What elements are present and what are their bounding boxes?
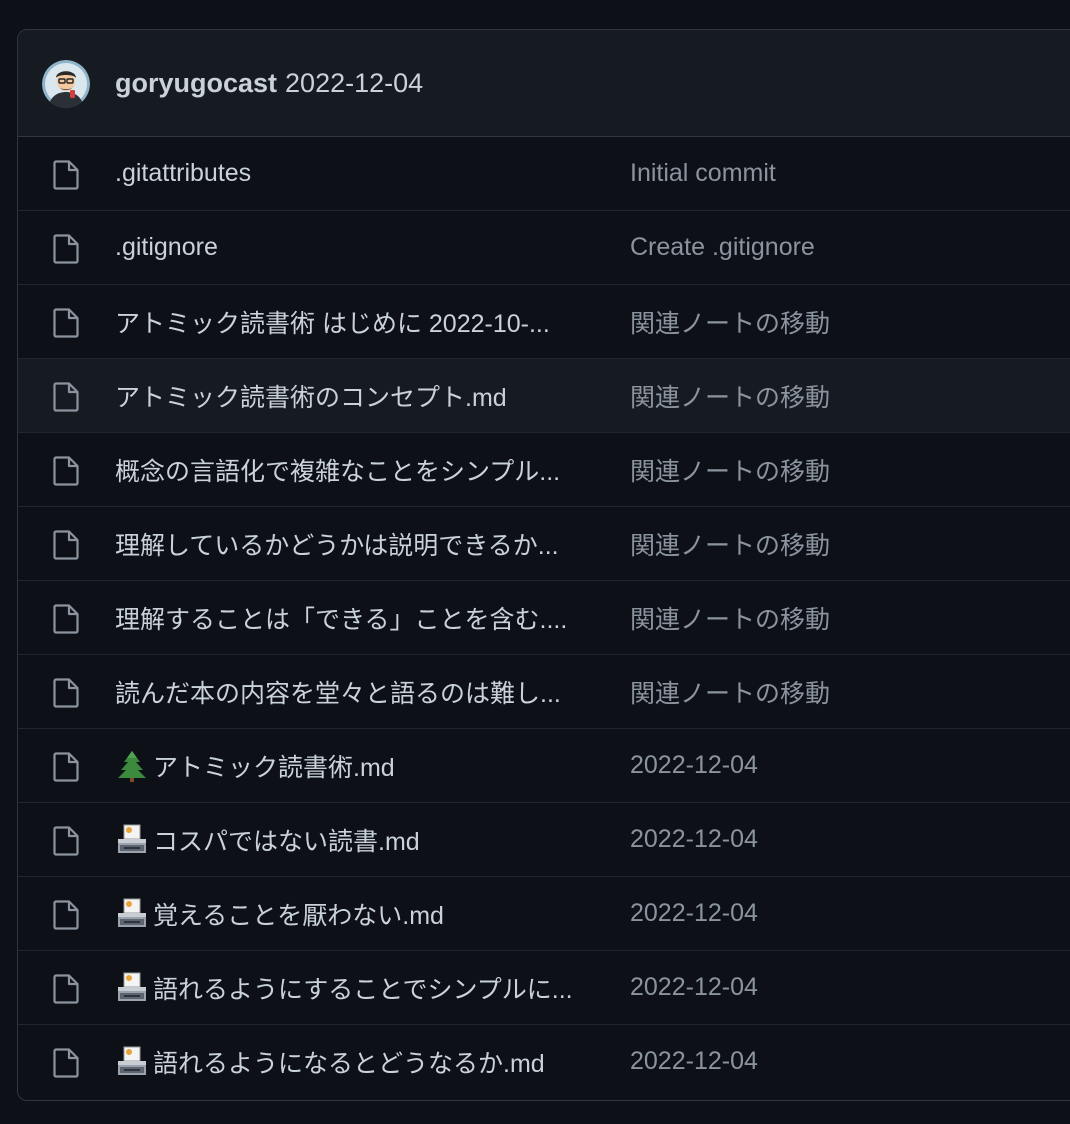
file-name[interactable]: 理解しているかどうかは説明できるか... xyxy=(115,526,559,562)
file-row[interactable]: 理解することは「できる」ことを含む.... 関連ノートの移動 xyxy=(18,581,1070,655)
file-row[interactable]: アトミック読書術のコンセプト.md 関連ノートの移動 xyxy=(18,359,1070,433)
file-row[interactable]: .gitignore Create .gitignore xyxy=(18,211,1070,285)
file-icon xyxy=(53,1048,79,1078)
file-icon xyxy=(53,160,79,190)
file-commit-message[interactable]: 関連ノートの移動 xyxy=(630,507,830,580)
commit-message[interactable]: 2022-12-04 xyxy=(285,68,423,99)
file-icon xyxy=(53,234,79,264)
file-icon xyxy=(53,456,79,486)
inbox-tray-icon xyxy=(115,823,149,857)
file-row[interactable]: 語れるようにすることでシンプルに... 2022-12-04 xyxy=(18,951,1070,1025)
file-commit-message[interactable]: 関連ノートの移動 xyxy=(630,581,830,654)
inbox-tray-icon xyxy=(115,1045,149,1079)
file-name[interactable]: 理解することは「できる」ことを含む.... xyxy=(115,600,567,636)
file-icon xyxy=(53,752,79,782)
avatar-icon[interactable] xyxy=(42,60,90,108)
file-icon xyxy=(53,308,79,338)
file-icon xyxy=(53,530,79,560)
file-name[interactable]: 語れるようになるとどうなるか.md xyxy=(153,1044,545,1080)
file-name-link[interactable]: 覚えることを厭わない.md xyxy=(115,877,590,950)
file-name-link[interactable]: アトミック読書術.md xyxy=(115,729,590,802)
file-name[interactable]: 覚えることを厭わない.md xyxy=(153,896,444,932)
file-commit-message[interactable]: 関連ノートの移動 xyxy=(630,655,830,728)
file-icon xyxy=(53,382,79,412)
file-icon xyxy=(53,678,79,708)
file-row[interactable]: 読んだ本の内容を堂々と語るのは難し... 関連ノートの移動 xyxy=(18,655,1070,729)
file-name-link[interactable]: .gitattributes xyxy=(115,137,590,210)
file-icon xyxy=(53,974,79,1004)
commit-author[interactable]: goryugocast xyxy=(115,68,277,99)
file-commit-message[interactable]: 関連ノートの移動 xyxy=(630,433,830,506)
file-row[interactable]: 概念の言語化で複雑なことをシンプル... 関連ノートの移動 xyxy=(18,433,1070,507)
file-name[interactable]: 語れるようにすることでシンプルに... xyxy=(153,970,573,1006)
file-name-link[interactable]: コスパではない読書.md xyxy=(115,803,590,876)
file-commit-message[interactable]: 2022-12-04 xyxy=(630,951,758,1024)
file-row[interactable]: アトミック読書術 はじめに 2022-10-... 関連ノートの移動 xyxy=(18,285,1070,359)
file-browser-panel: goryugocast 2022-12-04 .gitattributes In… xyxy=(17,29,1070,1101)
file-commit-message[interactable]: 2022-12-04 xyxy=(630,1025,758,1098)
file-row[interactable]: 語れるようになるとどうなるか.md 2022-12-04 xyxy=(18,1025,1070,1099)
file-name[interactable]: .gitattributes xyxy=(115,159,251,188)
file-name-link[interactable]: 語れるようになるとどうなるか.md xyxy=(115,1025,590,1098)
file-name-link[interactable]: アトミック読書術 はじめに 2022-10-... xyxy=(115,285,590,358)
evergreen-tree-icon xyxy=(115,749,149,783)
file-row[interactable]: コスパではない読書.md 2022-12-04 xyxy=(18,803,1070,877)
file-commit-message[interactable]: 2022-12-04 xyxy=(630,729,758,802)
file-name[interactable]: コスパではない読書.md xyxy=(153,822,420,858)
file-icon xyxy=(53,826,79,856)
inbox-tray-icon xyxy=(115,897,149,931)
file-commit-message[interactable]: 2022-12-04 xyxy=(630,803,758,876)
file-name-link[interactable]: 概念の言語化で複雑なことをシンプル... xyxy=(115,433,590,506)
file-name-link[interactable]: 読んだ本の内容を堂々と語るのは難し... xyxy=(115,655,590,728)
latest-commit-header: goryugocast 2022-12-04 xyxy=(18,30,1070,137)
file-name[interactable]: アトミック読書術のコンセプト.md xyxy=(115,378,507,414)
file-commit-message[interactable]: 2022-12-04 xyxy=(630,877,758,950)
file-commit-message[interactable]: Create .gitignore xyxy=(630,211,815,284)
file-name-link[interactable]: 語れるようにすることでシンプルに... xyxy=(115,951,590,1024)
inbox-tray-icon xyxy=(115,971,149,1005)
file-commit-message[interactable]: 関連ノートの移動 xyxy=(630,285,830,358)
file-row[interactable]: 覚えることを厭わない.md 2022-12-04 xyxy=(18,877,1070,951)
file-name[interactable]: .gitignore xyxy=(115,233,218,262)
file-list: .gitattributes Initial commit .gitignore… xyxy=(18,137,1070,1099)
file-name[interactable]: 概念の言語化で複雑なことをシンプル... xyxy=(115,452,560,488)
file-name-link[interactable]: 理解することは「できる」ことを含む.... xyxy=(115,581,590,654)
file-name-link[interactable]: アトミック読書術のコンセプト.md xyxy=(115,359,590,432)
file-name-link[interactable]: .gitignore xyxy=(115,211,590,284)
file-icon xyxy=(53,900,79,930)
file-icon xyxy=(53,604,79,634)
file-commit-message[interactable]: Initial commit xyxy=(630,137,776,210)
file-row[interactable]: アトミック読書術.md 2022-12-04 xyxy=(18,729,1070,803)
file-name[interactable]: アトミック読書術 はじめに 2022-10-... xyxy=(115,304,550,340)
file-row[interactable]: 理解しているかどうかは説明できるか... 関連ノートの移動 xyxy=(18,507,1070,581)
file-row[interactable]: .gitattributes Initial commit xyxy=(18,137,1070,211)
file-name-link[interactable]: 理解しているかどうかは説明できるか... xyxy=(115,507,590,580)
file-commit-message[interactable]: 関連ノートの移動 xyxy=(630,359,830,432)
file-name[interactable]: アトミック読書術.md xyxy=(153,748,395,784)
file-name[interactable]: 読んだ本の内容を堂々と語るのは難し... xyxy=(115,674,561,710)
